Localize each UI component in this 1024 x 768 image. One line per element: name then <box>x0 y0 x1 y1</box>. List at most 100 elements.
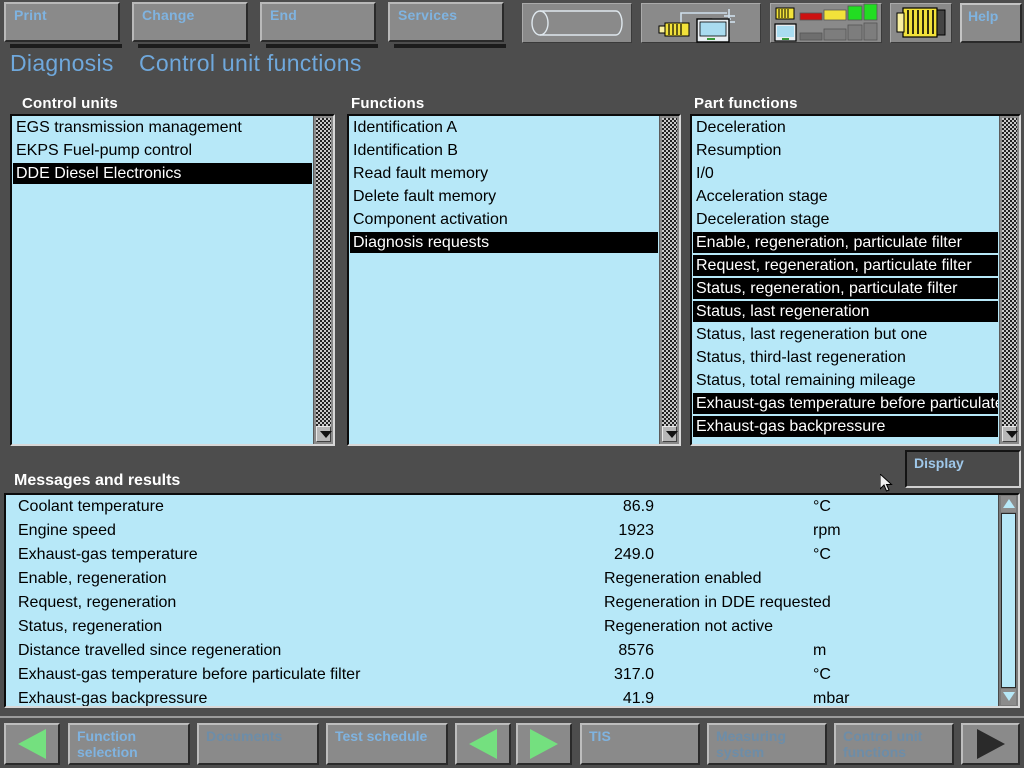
list-item[interactable]: Delete fault memory <box>349 185 659 208</box>
list-item[interactable]: Component activation <box>349 208 659 231</box>
list-item[interactable]: Status, third-last regeneration <box>692 346 999 369</box>
cylinder-icon <box>531 10 623 36</box>
list-item[interactable]: Read fault memory <box>349 162 659 185</box>
result-row: Exhaust-gas backpressure 41.9 mbar <box>6 687 998 706</box>
list-item[interactable]: Diagnosis requests <box>349 231 659 254</box>
scroll-down-arrow-icon[interactable] <box>662 426 678 442</box>
page-title-primary: Diagnosis <box>10 50 114 76</box>
cylinder-icon-button[interactable] <box>522 3 632 43</box>
list-item[interactable]: Request, regeneration, particulate filte… <box>692 254 999 277</box>
result-value: 8576 <box>618 642 654 659</box>
result-unit: rpm <box>813 522 841 539</box>
nav-forward-arrow[interactable] <box>961 723 1020 765</box>
arrow-left-icon <box>469 729 497 759</box>
messages-and-results-panel[interactable]: Coolant temperature 86.9 °C Engine speed 192… <box>4 493 1020 708</box>
help-button-label: Help <box>968 8 999 24</box>
scrollbar-track[interactable] <box>1002 118 1017 442</box>
control-units-scrollbar[interactable] <box>313 116 333 444</box>
part-functions-list[interactable]: Deceleration Resumption I/0 Acceleration st… <box>692 116 999 444</box>
scroll-down-arrow-icon[interactable] <box>1002 426 1018 442</box>
ecu-network-icon-button[interactable] <box>641 3 761 43</box>
nav-test-schedule[interactable]: Test schedule <box>326 723 448 765</box>
functions-list[interactable]: Identification A Identification B Read fau… <box>349 116 659 444</box>
messages-scrollbar[interactable] <box>998 495 1018 706</box>
list-item[interactable]: EGS transmission management <box>12 116 313 139</box>
nav-function-selection[interactable]: Function selection <box>68 723 190 765</box>
nav-documents[interactable]: Documents <box>197 723 319 765</box>
end-button-label: End <box>270 7 298 23</box>
nav-tis[interactable]: TIS <box>580 723 700 765</box>
result-label: Exhaust-gas backpressure <box>18 690 208 706</box>
ecu-module-icon-button[interactable] <box>890 3 952 43</box>
top-toolbar: Print Change End Services Help <box>0 0 1024 48</box>
list-item[interactable]: Acceleration stage <box>692 185 999 208</box>
list-item[interactable]: Status, last regeneration <box>692 300 999 323</box>
result-value: 1923 <box>618 522 654 539</box>
list-item[interactable]: Status, last regeneration but one <box>692 323 999 346</box>
result-row: Distance travelled since regeneration 857… <box>6 639 998 663</box>
signal-bars-icon-button[interactable] <box>770 3 882 43</box>
result-unit: °C <box>813 498 831 515</box>
list-item[interactable]: Status, total remaining mileage <box>692 369 999 392</box>
list-item[interactable]: Resumption <box>692 139 999 162</box>
print-button[interactable]: Print <box>4 2 122 48</box>
list-item[interactable]: I/0 <box>692 162 999 185</box>
list-item[interactable]: Identification B <box>349 139 659 162</box>
result-label: Enable, regeneration <box>18 570 167 587</box>
display-button[interactable]: Display <box>905 450 1021 488</box>
messages-results-list[interactable]: Coolant temperature 86.9 °C Engine speed 192… <box>6 495 998 706</box>
arrow-right-icon <box>530 729 558 759</box>
control-units-list[interactable]: EGS transmission management EKPS Fuel-pum… <box>12 116 313 444</box>
functions-listbox[interactable]: Identification A Identification B Read fau… <box>347 114 681 446</box>
help-button[interactable]: Help <box>960 3 1022 43</box>
result-value: 86.9 <box>622 498 654 515</box>
result-row: Coolant temperature 86.9 °C <box>6 495 998 519</box>
list-item[interactable]: Exhaust-gas backpressure <box>692 415 999 438</box>
nav-back-arrow[interactable] <box>4 723 60 765</box>
services-button-label: Services <box>398 7 458 23</box>
result-label: Exhaust-gas temperature before particula… <box>18 666 361 683</box>
nav-measuring-system[interactable]: Measuring system <box>707 723 827 765</box>
scroll-down-arrow-icon[interactable] <box>1001 689 1016 705</box>
result-label: Exhaust-gas temperature <box>18 546 198 563</box>
result-unit: mbar <box>813 690 850 706</box>
result-value: Regeneration not active <box>604 618 773 635</box>
result-value: Regeneration in DDE requested <box>604 594 831 611</box>
nav-control-unit-functions[interactable]: Control unit functions <box>834 723 954 765</box>
list-item[interactable]: Deceleration stage <box>692 208 999 231</box>
result-row: Request, regeneration Regeneration in DDE… <box>6 591 998 615</box>
scroll-down-arrow-icon[interactable] <box>316 426 332 442</box>
nav-documents-label: Documents <box>206 728 283 744</box>
part-functions-listbox[interactable]: Deceleration Resumption I/0 Acceleration st… <box>690 114 1021 446</box>
functions-scrollbar[interactable] <box>659 116 679 444</box>
functions-header: Functions <box>351 95 425 112</box>
end-button[interactable]: End <box>260 2 378 48</box>
scroll-up-arrow-icon[interactable] <box>1001 496 1016 512</box>
nav-next-arrow[interactable] <box>516 723 572 765</box>
list-item[interactable]: Enable, regeneration, particulate filter <box>692 231 999 254</box>
display-button-label: Display <box>914 455 964 471</box>
scrollbar-track[interactable] <box>662 118 677 442</box>
change-button-label: Change <box>142 7 195 23</box>
change-button[interactable]: Change <box>132 2 250 48</box>
list-item[interactable]: Identification A <box>349 116 659 139</box>
result-unit: m <box>813 642 827 659</box>
control-units-listbox[interactable]: EGS transmission management EKPS Fuel-pum… <box>10 114 335 446</box>
services-button[interactable]: Services <box>388 2 506 48</box>
result-label: Status, regeneration <box>18 618 163 635</box>
part-functions-scrollbar[interactable] <box>999 116 1019 444</box>
list-item[interactable]: Exhaust-gas temperature before particula… <box>692 392 999 415</box>
nav-prev-arrow[interactable] <box>455 723 511 765</box>
list-item[interactable]: EKPS Fuel-pump control <box>12 139 313 162</box>
scrollbar-track[interactable] <box>316 118 331 442</box>
arrow-left-icon <box>18 729 46 759</box>
list-item[interactable]: DDE Diesel Electronics <box>12 162 313 185</box>
result-label: Engine speed <box>18 522 116 539</box>
nav-tis-label: TIS <box>589 728 611 744</box>
mouse-cursor-icon <box>880 474 893 492</box>
part-functions-header: Part functions <box>694 95 798 112</box>
scrollbar-track[interactable] <box>1001 513 1016 688</box>
list-item[interactable]: Deceleration <box>692 116 999 139</box>
list-item[interactable]: Status, regeneration, particulate filter <box>692 277 999 300</box>
arrow-right-icon <box>976 729 1005 759</box>
